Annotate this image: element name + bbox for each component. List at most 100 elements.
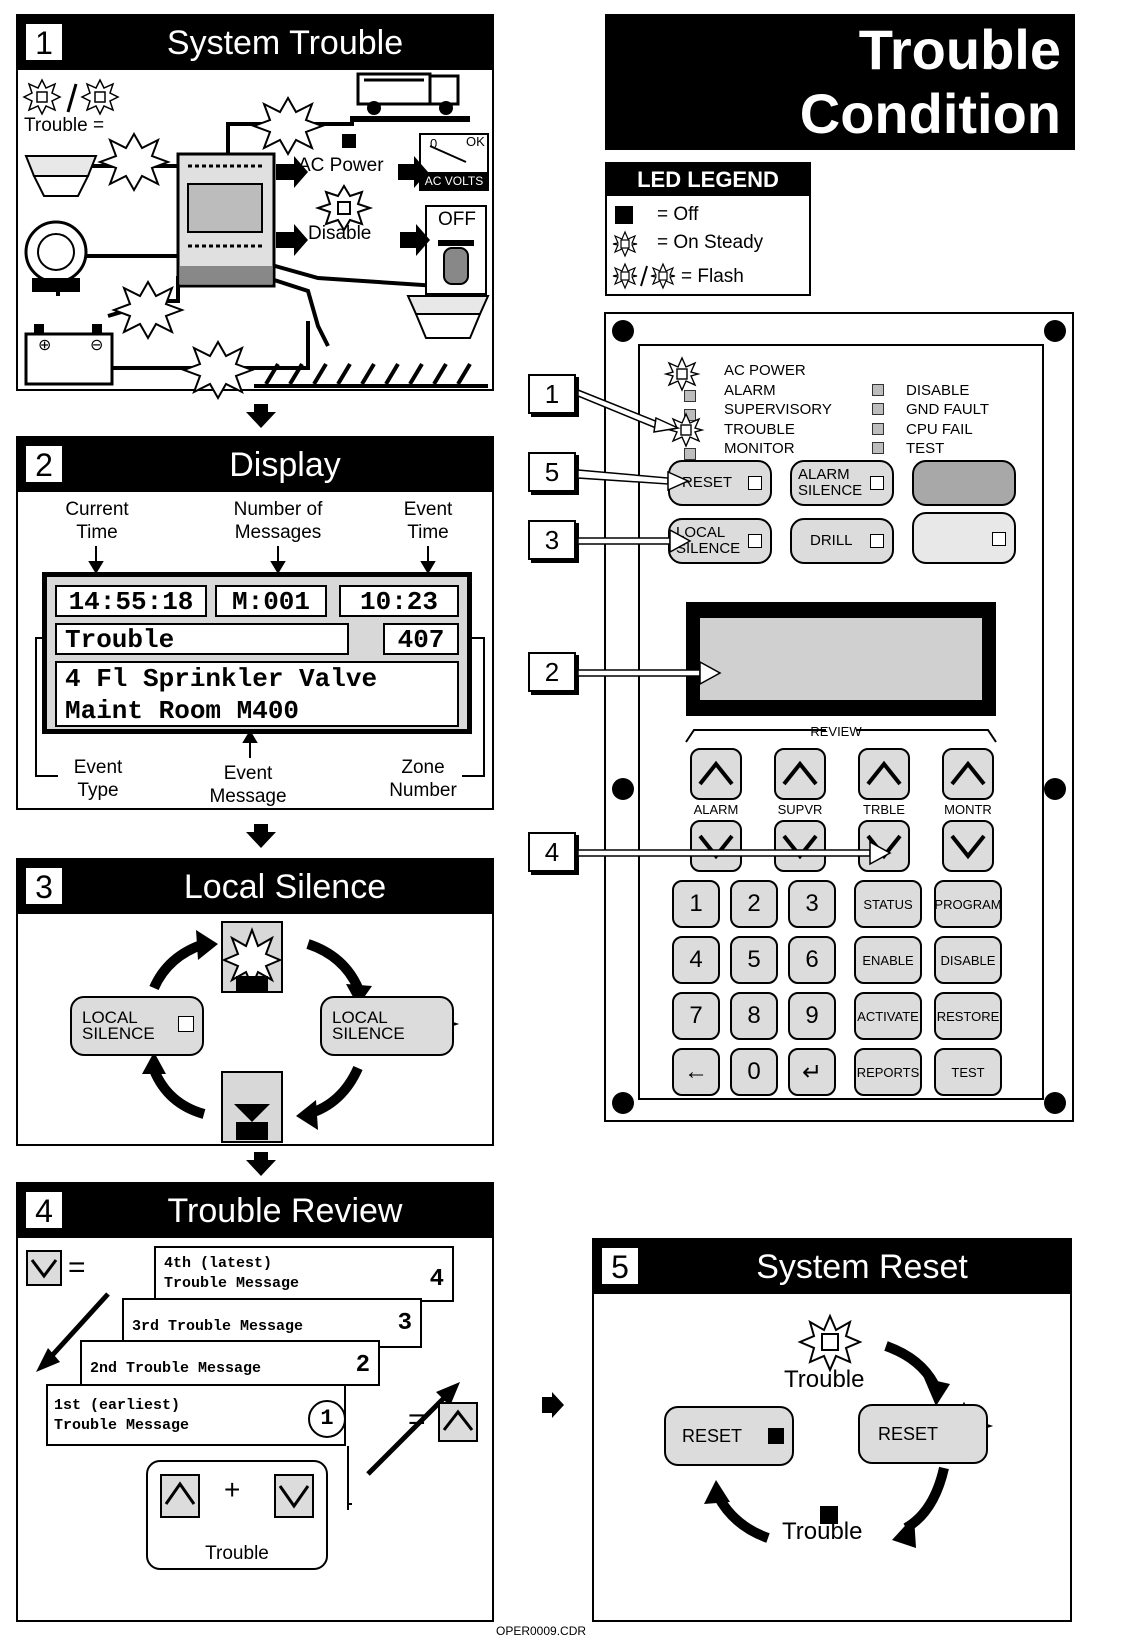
callout-2: 2 (528, 652, 576, 692)
panel-display: 2 Display Current Time Number of Message… (16, 436, 494, 810)
function-key-restore[interactable]: RESTORE (934, 992, 1002, 1040)
led-square-icon (748, 534, 762, 548)
screw (1044, 320, 1066, 342)
numpad-key[interactable]: ← (672, 1048, 720, 1096)
lcd-event-time: 10:23 (339, 585, 459, 617)
function-key-disable[interactable]: DISABLE (934, 936, 1002, 984)
disable-label: Disable (308, 223, 372, 244)
review-montr-up-button[interactable] (942, 748, 994, 800)
down-arrow-icon (246, 824, 276, 848)
numpad-key[interactable]: 6 (788, 936, 836, 984)
led-square-icon (684, 448, 696, 460)
review-alarm-down-button[interactable] (690, 820, 742, 872)
numpad-key[interactable]: 2 (730, 880, 778, 928)
numpad-key[interactable]: 5 (730, 936, 778, 984)
numpad-key[interactable]: 3 (788, 880, 836, 928)
review-trble-up-button[interactable] (858, 748, 910, 800)
blank-button-top[interactable] (912, 460, 1016, 506)
legend-flash-text: = Flash (681, 266, 744, 287)
led-flash-icon (612, 262, 676, 290)
ac-volts-label: AC VOLTS (424, 174, 484, 188)
function-key-test[interactable]: TEST (934, 1048, 1002, 1096)
led-square-icon (748, 476, 762, 490)
equals-sign: = (408, 1403, 426, 1436)
trouble-message-4: 4th (latest) Trouble Message 4 (154, 1246, 454, 1302)
led-square-icon (992, 532, 1006, 546)
led-label-cpu-fail: CPU FAIL (906, 421, 973, 438)
led-square-icon (872, 384, 884, 396)
led-label-trouble: TROUBLE (724, 421, 795, 438)
led-label-test: TEST (906, 440, 945, 457)
led-legend-title: LED LEGEND (607, 164, 809, 196)
review-trble-down-button[interactable] (858, 820, 910, 872)
ac-power-label: AC Power (298, 155, 384, 176)
wiring-diagram: ⊕ ⊖ 0 OK (24, 72, 490, 401)
up-key-icon (438, 1402, 478, 1442)
lcd-screen: 14:55:18 M:001 10:23 Trouble 407 4 Fl Sp… (42, 572, 472, 734)
message-number: 2 (355, 1352, 370, 1379)
panel-lcd (686, 602, 996, 716)
zone-number-label: Zone Number (389, 757, 457, 801)
function-key-status[interactable]: STATUS (854, 880, 922, 928)
function-key-program[interactable]: PROGRAM (934, 880, 1002, 928)
off-label: OFF (438, 209, 476, 230)
numpad-key[interactable]: 0 (730, 1048, 778, 1096)
panel-face: AC POWER ALARM SUPERVISORY TROUBLE MONIT… (638, 344, 1044, 1100)
gauge-zero: 0 (430, 136, 437, 151)
local-silence-button-on: LOCAL SILENCE (320, 996, 454, 1056)
reset-button-flash: RESET (858, 1404, 988, 1464)
review-supvr-label: SUPVR (777, 802, 823, 817)
up-key-icon (160, 1474, 200, 1518)
lcd-event-type: Trouble (55, 623, 349, 655)
led-square-icon (684, 390, 696, 402)
numpad-key[interactable]: ↵ (788, 1048, 836, 1096)
numpad-key[interactable]: 4 (672, 936, 720, 984)
trouble-label-top: Trouble (784, 1366, 865, 1393)
screw (1044, 778, 1066, 800)
function-key-enable[interactable]: ENABLE (854, 936, 922, 984)
screw (612, 320, 634, 342)
screw (612, 1092, 634, 1114)
numpad-key[interactable]: 1 (672, 880, 720, 928)
legend-steady-text: = On Steady (657, 232, 764, 253)
right-arrow-icon (542, 1392, 564, 1418)
combo-box: + Trouble (146, 1460, 328, 1570)
review-trble-label: TRBLE (863, 802, 905, 817)
panel-system-trouble: 1 System Trouble Trouble = ⊕ ⊖ 0 OK AC P… (16, 14, 494, 401)
lcd-message-count: M:001 (215, 585, 327, 617)
led-label-monitor: MONITOR (724, 440, 795, 457)
event-message-label: Event Message (209, 763, 287, 807)
numpad-key[interactable]: 9 (788, 992, 836, 1040)
control-panel: AC POWER ALARM SUPERVISORY TROUBLE MONIT… (604, 312, 1074, 1122)
callout-5: 5 (528, 452, 576, 492)
down-arrow-icon (246, 404, 276, 428)
led-burst-icon (663, 356, 701, 392)
message-number: 1 (308, 1400, 346, 1438)
review-supvr-down-button[interactable] (774, 820, 826, 872)
panel-local-silence: 3 Local Silence LOCAL SILENCE LOCAL SILE… (16, 858, 494, 1146)
title-line2: Condition (799, 82, 1061, 145)
led-label-alarm: ALARM (724, 382, 776, 399)
led-square-icon (178, 1016, 194, 1032)
screw (1044, 1092, 1066, 1114)
screw (612, 778, 634, 800)
led-square-icon (870, 476, 884, 490)
review-supvr-up-button[interactable] (774, 748, 826, 800)
down-arrow-icon (246, 1152, 276, 1176)
callout-3: 3 (528, 520, 576, 560)
lcd-event-message: 4 Fl Sprinkler Valve Maint Room M400 (55, 661, 459, 727)
callout-4: 4 (528, 832, 576, 872)
function-key-reports[interactable]: REPORTS (854, 1048, 922, 1096)
message-number: 4 (429, 1266, 444, 1293)
event-type-label: Event Type (73, 757, 123, 801)
numpad-key[interactable]: 7 (672, 992, 720, 1040)
function-key-activate[interactable]: ACTIVATE (854, 992, 922, 1040)
review-montr-label: MONTR (944, 802, 992, 817)
led-label-supervisory: SUPERVISORY (724, 401, 832, 418)
review-alarm-up-button[interactable] (690, 748, 742, 800)
review-montr-down-button[interactable] (942, 820, 994, 872)
numpad-key[interactable]: 8 (730, 992, 778, 1040)
footer-filename: OPER0009.CDR (496, 1624, 587, 1638)
combo-trouble-label: Trouble (205, 1543, 269, 1564)
led-square-icon (872, 403, 884, 415)
